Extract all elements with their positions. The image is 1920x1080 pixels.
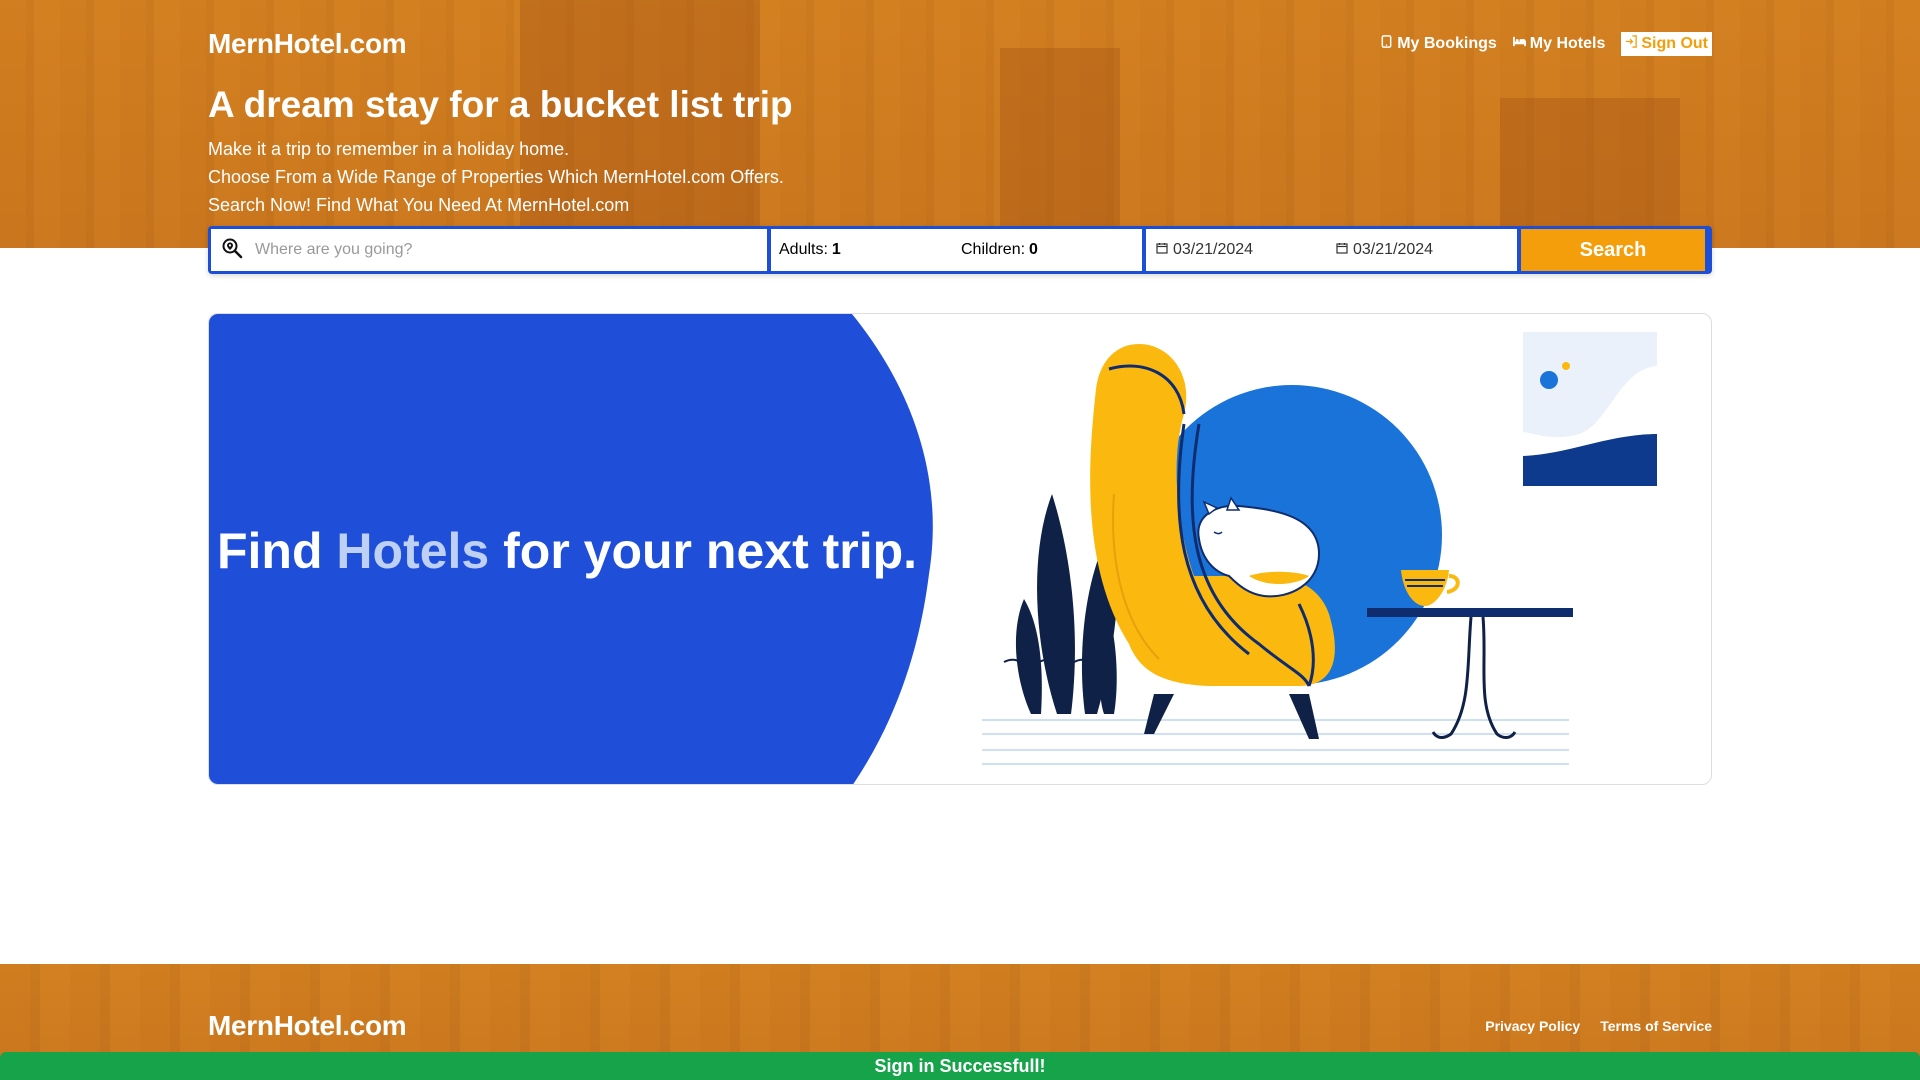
hero-subtitle-line: Search Now! Find What You Need At MernHo… — [208, 195, 630, 215]
nav-links: My Bookings My Hotels Sign Out — [1380, 32, 1712, 56]
guests-field: Adults: 1 Children: 0 — [771, 229, 1142, 271]
children-label: Children: — [961, 241, 1026, 258]
adults-label: Adults: — [779, 241, 828, 258]
tablet-icon — [1380, 35, 1393, 53]
banner-highlight: Hotels — [336, 523, 490, 579]
adults-value[interactable]: 1 — [832, 241, 841, 259]
my-hotels-label: My Hotels — [1529, 35, 1606, 52]
adults-counter[interactable]: Adults: 1 — [779, 241, 961, 259]
banner-text-before: Find — [217, 523, 337, 579]
hero-title: A dream stay for a bucket list trip — [208, 84, 793, 125]
top-navbar: MernHotel.com My Bookings My Hotels Sign… — [208, 24, 1712, 64]
floor-lines — [982, 719, 1569, 765]
hero-section: MernHotel.com My Bookings My Hotels Sign… — [0, 0, 1920, 248]
search-location-icon — [221, 237, 243, 264]
calendar-icon — [1336, 241, 1348, 259]
search-button[interactable]: Search — [1521, 229, 1705, 271]
footer-logo[interactable]: MernHotel.com — [208, 1010, 407, 1042]
dates-field: 03/21/2024 03/21/2024 — [1146, 229, 1517, 271]
destination-field[interactable] — [211, 229, 767, 271]
sign-out-icon — [1625, 35, 1638, 53]
search-bar: Adults: 1 Children: 0 03/21/2024 03/21/2… — [208, 226, 1712, 274]
toast-message: Sign in Successfull! — [874, 1055, 1046, 1076]
check-in-value: 03/21/2024 — [1173, 241, 1254, 258]
privacy-policy-link[interactable]: Privacy Policy — [1485, 1018, 1580, 1034]
banner-text-after: for your next trip. — [489, 523, 918, 579]
my-bookings-link[interactable]: My Bookings — [1380, 35, 1497, 53]
footer-inner: MernHotel.com Privacy Policy Terms of Se… — [208, 1002, 1712, 1050]
my-bookings-label: My Bookings — [1397, 35, 1497, 52]
check-out-value: 03/21/2024 — [1353, 241, 1434, 258]
check-out-date[interactable]: 03/21/2024 — [1336, 241, 1516, 259]
check-in-date[interactable]: 03/21/2024 — [1156, 241, 1336, 259]
banner-headline: Find Hotels for your next trip. — [217, 522, 917, 580]
terms-of-service-link[interactable]: Terms of Service — [1600, 1018, 1712, 1034]
footer-links: Privacy Policy Terms of Service — [1485, 1018, 1712, 1034]
calendar-icon — [1156, 241, 1168, 259]
children-counter[interactable]: Children: 0 — [961, 241, 1038, 259]
site-logo[interactable]: MernHotel.com — [208, 28, 407, 60]
hero-subtitle-line: Make it a trip to remember in a holiday … — [208, 139, 570, 159]
sign-out-button[interactable]: Sign Out — [1621, 32, 1712, 56]
success-toast[interactable]: Sign in Successfull! — [0, 1052, 1920, 1080]
children-value[interactable]: 0 — [1029, 241, 1038, 259]
promo-banner: Find Hotels for your next trip. — [208, 313, 1712, 785]
hero-subtitle-line: Choose From a Wide Range of Properties W… — [208, 167, 784, 187]
hero-subtitle: Make it a trip to remember in a holiday … — [208, 135, 1712, 219]
sign-out-label: Sign Out — [1641, 35, 1708, 52]
my-hotels-link[interactable]: My Hotels — [1512, 35, 1606, 53]
wall-picture-icon — [1523, 332, 1657, 486]
bed-icon — [1512, 35, 1526, 53]
destination-input[interactable] — [253, 240, 757, 260]
